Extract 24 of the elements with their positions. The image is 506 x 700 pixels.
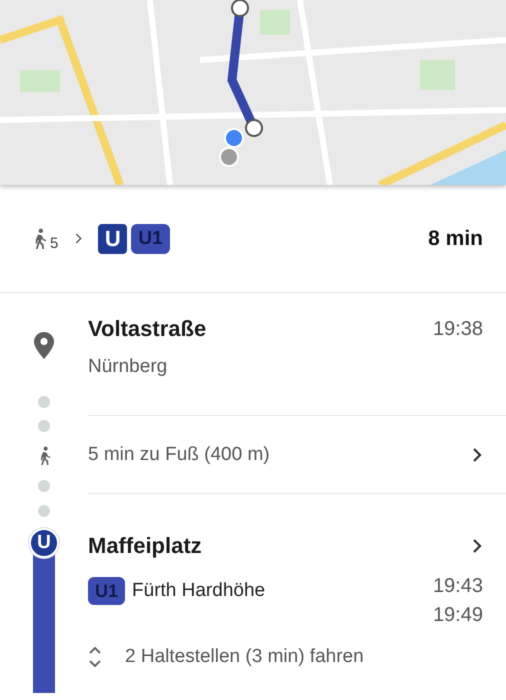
subway-badge: U <box>98 224 128 254</box>
time-text: 19:43 <box>432 575 483 598</box>
route-dot <box>38 480 50 492</box>
city-name: Nürnberg <box>88 356 168 378</box>
departure-time: 19:38 <box>432 318 483 340</box>
chevron-right-icon <box>471 538 483 554</box>
headsign-text: Fürth Hardhöhe <box>132 580 266 602</box>
stops-text: 2 Haltestellen (3 min) fahren <box>125 646 364 668</box>
walk-directions: 5 min zu Fuß (400 m) <box>88 444 270 466</box>
time-text: 19:49 <box>432 604 483 627</box>
subway-station-badge: U <box>29 528 59 558</box>
expand-icon <box>88 645 102 669</box>
chevron-right-icon <box>471 447 483 463</box>
line-badge: U1 <box>131 224 170 254</box>
station-name: Maffeiplatz <box>88 533 202 559</box>
stop-name: Voltastraße <box>88 316 206 342</box>
route-dot <box>38 420 50 432</box>
walk-minutes: 5 <box>50 236 58 250</box>
route-dot <box>38 505 50 517</box>
duration-text: 8 min <box>428 226 483 250</box>
line-badge: U1 <box>88 577 126 605</box>
chevron-icon <box>74 232 84 245</box>
location-pin-icon <box>34 332 54 359</box>
route-dot <box>38 396 50 408</box>
